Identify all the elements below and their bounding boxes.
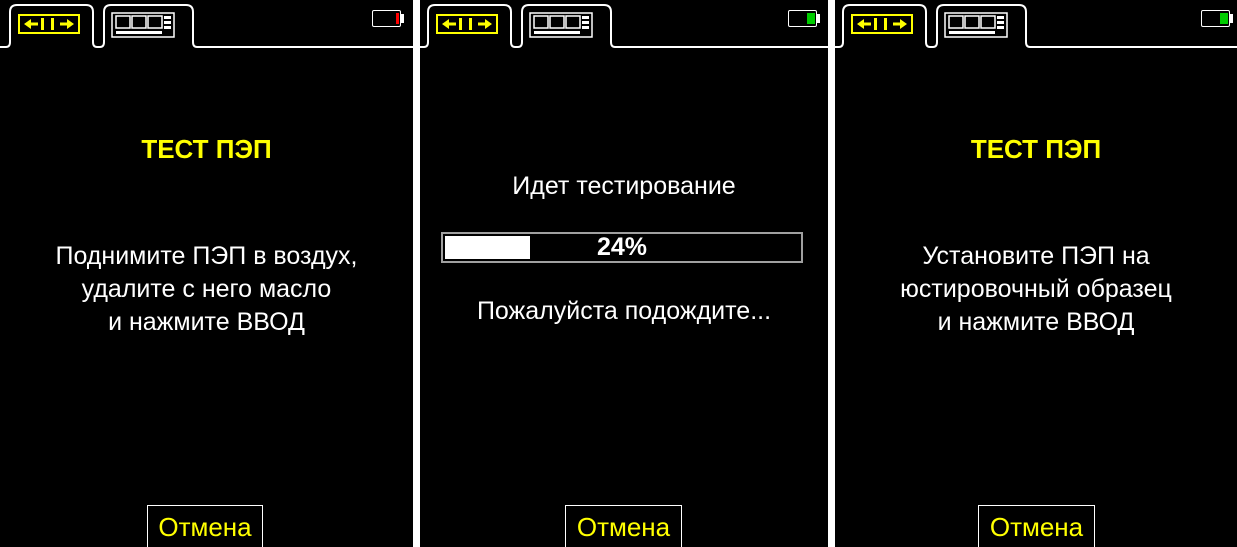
instruction-message: Установите ПЭП на юстировочный образец и… bbox=[835, 240, 1237, 339]
battery-level bbox=[1220, 13, 1228, 24]
tab-measure[interactable] bbox=[432, 10, 508, 42]
probe-arrows-icon bbox=[18, 14, 80, 34]
device-screen-2: Идет тестирование 24% Пожалуйста подожди… bbox=[420, 0, 828, 547]
battery-level bbox=[396, 13, 399, 24]
battery-terminal bbox=[817, 14, 820, 23]
battery-icon bbox=[788, 10, 822, 27]
probe-arrows-icon bbox=[851, 14, 913, 34]
battery-terminal bbox=[401, 14, 404, 23]
cancel-button[interactable]: Отмена bbox=[565, 505, 682, 547]
tab-measure[interactable] bbox=[14, 10, 90, 42]
digital-display-icon bbox=[944, 12, 1008, 38]
battery-level bbox=[807, 13, 815, 24]
tab-digital[interactable] bbox=[941, 10, 1023, 42]
instruction-line: и нажмите ВВОД bbox=[937, 308, 1135, 336]
tab-bar bbox=[835, 0, 1237, 50]
status-text: Идет тестирование bbox=[512, 172, 736, 200]
test-title: ТЕСТ ПЭП bbox=[970, 134, 1102, 164]
tab-measure[interactable] bbox=[847, 10, 923, 42]
tab-digital[interactable] bbox=[526, 10, 608, 42]
instruction-line: юстировочный образец bbox=[900, 275, 1172, 303]
battery-terminal bbox=[1230, 14, 1233, 23]
tab-bar bbox=[0, 0, 413, 50]
progress-percent: 24% bbox=[596, 233, 648, 261]
probe-arrows-icon bbox=[436, 14, 498, 34]
wait-text: Пожалуйста подождите... bbox=[476, 297, 772, 325]
progress-bar: 24% bbox=[441, 232, 803, 263]
cancel-button[interactable]: Отмена bbox=[978, 505, 1095, 547]
device-screen-3: ТЕСТ ПЭП Установите ПЭП на юстировочный … bbox=[835, 0, 1237, 547]
instruction-line: удалите с него масло bbox=[81, 275, 332, 303]
device-screen-1: ТЕСТ ПЭП Поднимите ПЭП в воздух, удалите… bbox=[0, 0, 413, 547]
test-title: ТЕСТ ПЭП bbox=[141, 134, 272, 164]
instruction-line: Установите ПЭП на bbox=[922, 242, 1150, 270]
instruction-line: Поднимите ПЭП в воздух, bbox=[55, 242, 358, 270]
digital-display-icon bbox=[111, 12, 175, 38]
tab-bar bbox=[420, 0, 828, 50]
instruction-line: и нажмите ВВОД bbox=[108, 308, 305, 336]
digital-display-icon bbox=[529, 12, 593, 38]
cancel-button[interactable]: Отмена bbox=[147, 505, 263, 547]
tab-digital[interactable] bbox=[108, 10, 190, 42]
instruction-message: Поднимите ПЭП в воздух, удалите с него м… bbox=[0, 240, 413, 339]
battery-icon bbox=[372, 10, 406, 27]
battery-icon bbox=[1201, 10, 1235, 27]
